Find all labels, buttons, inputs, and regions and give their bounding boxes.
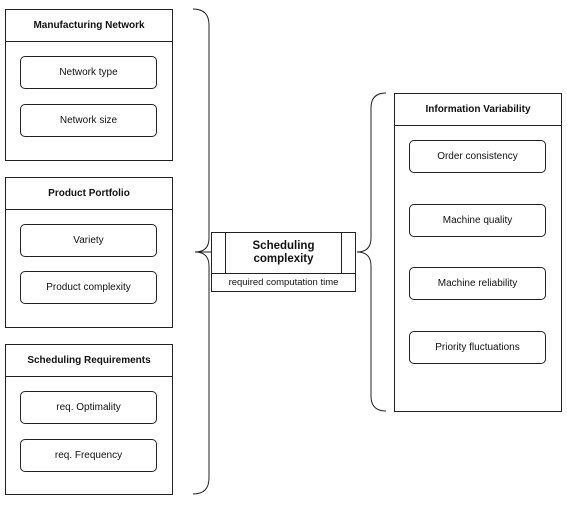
group-title: Information Variability — [395, 94, 561, 126]
factor-box: Product complexity — [20, 271, 157, 304]
group-title: Product Portfolio — [6, 178, 172, 210]
factor-box: Network size — [20, 104, 157, 137]
group-title: Manufacturing Network — [6, 10, 172, 42]
right-brace — [356, 92, 387, 412]
center-title: Scheduling complexity — [252, 240, 315, 265]
factor-box: Variety — [20, 224, 157, 257]
group-manufacturing-network: Manufacturing Network Network type Netwo… — [5, 9, 173, 161]
factor-box: Priority fluctuations — [409, 331, 546, 364]
scheduling-complexity-box: Scheduling complexity required computati… — [211, 232, 356, 292]
group-scheduling-requirements: Scheduling Requirements req. Optimality … — [5, 344, 173, 495]
group-product-portfolio: Product Portfolio Variety Product comple… — [5, 177, 173, 328]
factor-box: req. Optimality — [20, 391, 157, 424]
group-information-variability: Information Variability Order consistenc… — [394, 93, 562, 412]
center-subtitle: required computation time — [228, 276, 339, 288]
factor-box: Network type — [20, 56, 157, 89]
factor-box: Machine reliability — [409, 267, 546, 300]
factor-box: req. Frequency — [20, 439, 157, 472]
factor-box: Order consistency — [409, 140, 546, 173]
group-title: Scheduling Requirements — [6, 345, 172, 377]
factor-box: Machine quality — [409, 204, 546, 237]
center-right-bar — [341, 233, 342, 273]
diagram-canvas: Manufacturing Network Network type Netwo… — [0, 0, 567, 506]
